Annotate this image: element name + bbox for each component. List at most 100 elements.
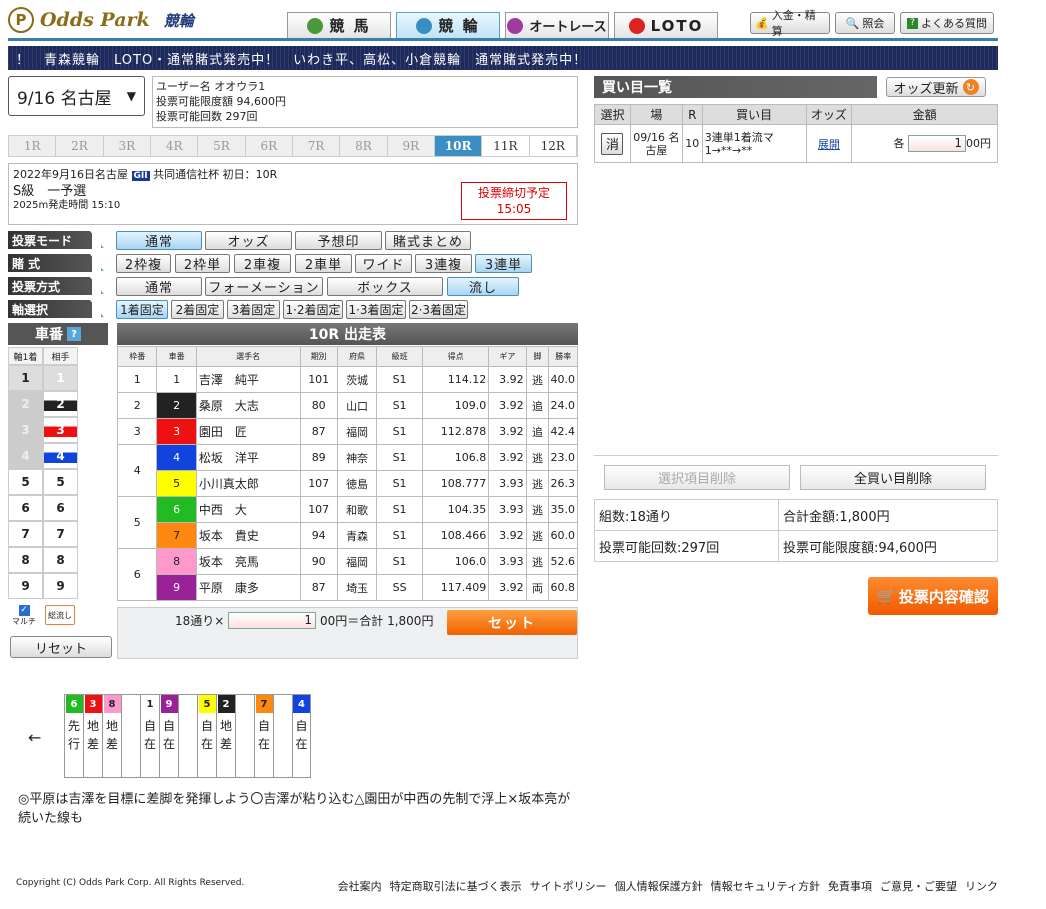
- method-nagashi[interactable]: 流し: [447, 277, 519, 296]
- axis1-2[interactable]: 2: [8, 391, 43, 417]
- entry-rate: 42.4: [548, 418, 578, 445]
- partner-3[interactable]: 3: [43, 417, 78, 443]
- method-box[interactable]: ボックス: [327, 277, 443, 296]
- bet-2sha-fuku[interactable]: 2車複: [234, 254, 291, 273]
- lineup-cell: 5 自在: [197, 694, 216, 778]
- entry-term: 87: [299, 574, 338, 601]
- footer-link[interactable]: 会社案内: [338, 880, 382, 893]
- footer-link[interactable]: 免責事項: [828, 880, 872, 893]
- footer-link[interactable]: 特定商取引法に基づく表示: [390, 880, 522, 893]
- mode-normal[interactable]: 通常: [116, 231, 202, 250]
- tab-autorace[interactable]: オートレース: [505, 12, 609, 38]
- bet-2sha-tan[interactable]: 2車単: [295, 254, 352, 273]
- faq-button[interactable]: ? よくある質問: [900, 12, 994, 34]
- race-tab-2[interactable]: 2R: [56, 136, 104, 156]
- bet-3ren-fuku[interactable]: 3連複: [415, 254, 472, 273]
- partner-4[interactable]: 4: [43, 443, 78, 469]
- mode-forecast[interactable]: 予想印: [295, 231, 382, 250]
- entry-frame: 3: [116, 418, 158, 445]
- all-nagashi-button[interactable]: 総流し: [45, 605, 75, 625]
- col-race: R: [681, 104, 703, 125]
- axis-3rd-fixed[interactable]: 3着固定: [227, 300, 280, 319]
- delete-all-button[interactable]: 全買い目削除: [800, 465, 986, 490]
- inquiry-button[interactable]: 🔍 照会: [835, 12, 895, 34]
- multi-checkbox[interactable]: ✓ マルチ: [12, 605, 36, 627]
- race-tab-12[interactable]: 12R: [529, 136, 577, 156]
- tab-loto[interactable]: LOTO: [614, 12, 718, 38]
- lineup-car: 1: [141, 695, 159, 713]
- race-tab-8[interactable]: 8R: [340, 136, 388, 156]
- delete-selected-button[interactable]: 選択項目削除: [604, 465, 790, 490]
- partner-7[interactable]: 7: [43, 521, 78, 547]
- odds-link[interactable]: 展開: [818, 138, 840, 151]
- bet-3ren-tan[interactable]: 3連単: [475, 254, 532, 273]
- race-tab-1[interactable]: 1R: [9, 136, 57, 156]
- tab-keirin[interactable]: 競 輪: [396, 12, 500, 38]
- entry-name: 松坂 洋平: [195, 444, 301, 471]
- method-normal[interactable]: 通常: [116, 277, 202, 296]
- tab-keiba[interactable]: 競 馬: [287, 12, 391, 38]
- help-icon[interactable]: ?: [67, 327, 81, 341]
- axis1-7[interactable]: 7: [8, 521, 43, 547]
- lineup-style: 地差: [86, 719, 99, 751]
- odds-update-button[interactable]: オッズ更新 ↻: [886, 77, 986, 97]
- entry-pref: 神奈: [336, 444, 378, 471]
- user-limit: 投票可能限度額 94,600円: [156, 95, 286, 108]
- footer-link[interactable]: サイトポリシー: [530, 880, 607, 893]
- reset-button[interactable]: リセット: [10, 636, 112, 658]
- axis1-6[interactable]: 6: [8, 495, 43, 521]
- race-tab-3[interactable]: 3R: [103, 136, 151, 156]
- partner-9[interactable]: 9: [43, 573, 78, 599]
- lineup-cell: 6 先行: [64, 694, 83, 778]
- entry-frame: 2: [116, 392, 158, 419]
- footer-link[interactable]: 情報セキュリティ方針: [711, 880, 820, 893]
- confirm-button[interactable]: 🛒 投票内容確認: [868, 577, 998, 615]
- axis1-3[interactable]: 3: [8, 417, 43, 443]
- footer-link[interactable]: ご意見・ご要望: [880, 880, 957, 893]
- oddspark-logo[interactable]: P Odds Park 競輪: [8, 6, 278, 34]
- entry-frame: 6: [116, 548, 158, 601]
- mode-odds[interactable]: オッズ: [205, 231, 292, 250]
- entry-term: 80: [299, 392, 338, 419]
- set-button[interactable]: セット: [447, 610, 577, 635]
- partner-1[interactable]: 1: [43, 365, 78, 391]
- footer-link[interactable]: リンク: [965, 880, 998, 893]
- venue-select[interactable]: 9/16 名古屋 ▼: [8, 76, 145, 116]
- race-tab-7[interactable]: 7R: [292, 136, 341, 156]
- footer-link[interactable]: 個人情報保護方針: [615, 880, 703, 893]
- table-row: 5 6 中西 大 107 和歌 S1 104.35 3.93 逃 35.0: [116, 496, 578, 549]
- deposit-button[interactable]: 💰 入金・精算: [750, 9, 830, 38]
- delete-button[interactable]: 消: [601, 132, 624, 155]
- axis-23-fixed[interactable]: 2·3着固定: [409, 300, 468, 319]
- partner-2[interactable]: 2: [43, 391, 78, 417]
- unit-input[interactable]: 1: [228, 612, 316, 629]
- axis-13-fixed[interactable]: 1·3着固定: [346, 300, 406, 319]
- partner-5[interactable]: 5: [43, 469, 78, 495]
- axis-1st-fixed[interactable]: 1着固定: [116, 300, 168, 319]
- method-formation[interactable]: フォーメーション: [205, 277, 323, 296]
- lineup-cell: 4 自在: [292, 694, 311, 778]
- partner-6[interactable]: 6: [43, 495, 78, 521]
- axis-2nd-fixed[interactable]: 2着固定: [171, 300, 224, 319]
- numpad-row: 66: [8, 495, 78, 521]
- race-tab-4[interactable]: 4R: [150, 136, 199, 156]
- axis1-8[interactable]: 8: [8, 547, 43, 573]
- axis1-1[interactable]: 1: [8, 365, 43, 391]
- axis1-4[interactable]: 4: [8, 443, 43, 469]
- entry-num: 1: [156, 366, 197, 393]
- race-tab-10[interactable]: 10R: [434, 136, 483, 156]
- bet-2waku-fuku[interactable]: 2枠複: [116, 254, 171, 273]
- race-tab-9[interactable]: 9R: [387, 136, 435, 156]
- bet-wide[interactable]: ワイド: [355, 254, 412, 273]
- race-tab-11[interactable]: 11R: [482, 136, 530, 156]
- mode-summary[interactable]: 賭式まとめ: [385, 231, 471, 250]
- axis-12-fixed[interactable]: 1·2着固定: [283, 300, 343, 319]
- partner-8[interactable]: 8: [43, 547, 78, 573]
- entry-cls: S1: [376, 522, 423, 549]
- axis1-9[interactable]: 9: [8, 573, 43, 599]
- bet-2waku-tan[interactable]: 2枠単: [175, 254, 230, 273]
- axis1-5[interactable]: 5: [8, 469, 43, 495]
- race-tab-6[interactable]: 6R: [245, 136, 293, 156]
- amount-input[interactable]: 1: [908, 135, 966, 153]
- race-tab-5[interactable]: 5R: [198, 136, 246, 156]
